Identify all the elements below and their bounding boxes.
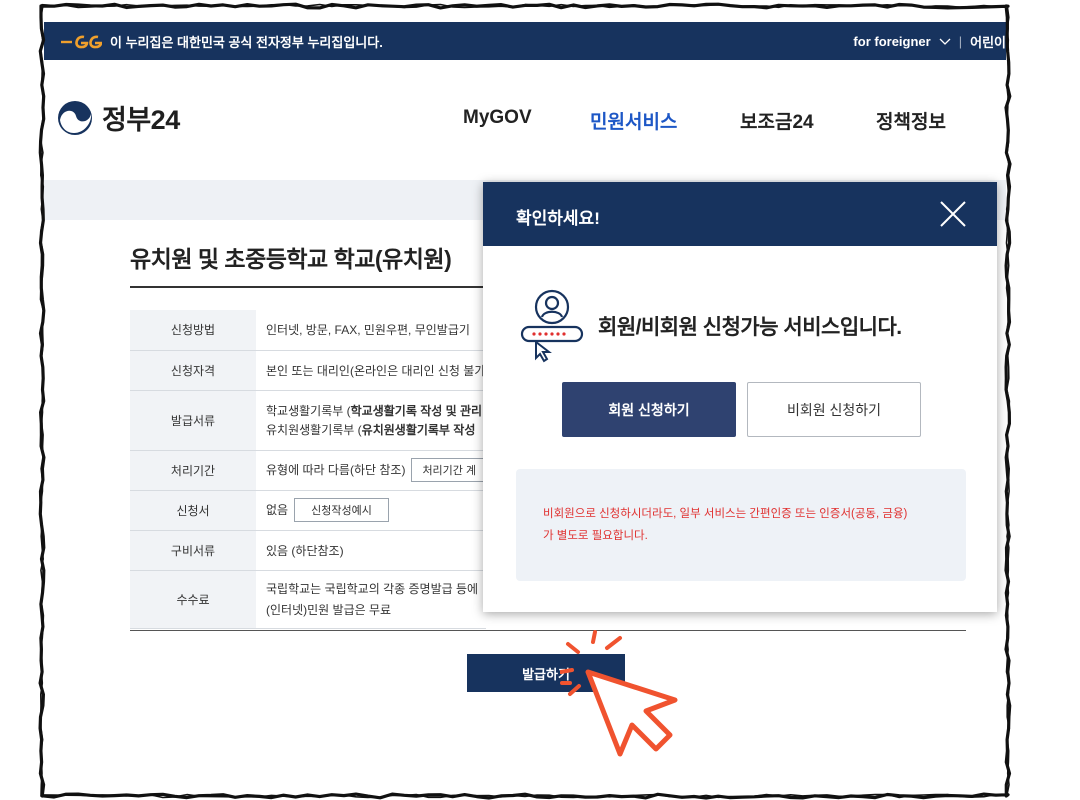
doc-line-2-link[interactable]: 유치원생활기록부 작성: [362, 423, 476, 437]
warning-box: 비회원으로 신청하시더라도, 일부 서비스는 간편인증 또는 인증서(공동, 금…: [516, 469, 966, 581]
row-value: 국립학교는 국립학교의 각종 증명발급 등에 (인터넷)민원 발급은 무료: [256, 570, 486, 629]
table-row: 구비서류 있음 (하단참조): [130, 530, 486, 571]
page-title: 유치원 및 초중등학교 학교(유치원): [130, 246, 452, 272]
nav-mygov[interactable]: MyGOV: [463, 107, 532, 129]
row-label: 처리기간: [130, 450, 256, 491]
divider: |: [958, 34, 963, 49]
confirm-modal: 확인하세요! 회원/비회원 신청가능 서비스입니다. 회원 신청하기 비회원 신…: [483, 182, 997, 612]
table-row: 발급서류 학교생활기록부 (학교생활기록 작성 및 관리 유치원생활기록부 (유…: [130, 390, 486, 451]
row-label: 신청방법: [130, 310, 256, 351]
row-label: 구비서류: [130, 530, 256, 571]
row-value: 유형에 따라 다름(하단 참조) 처리기간 계: [256, 450, 486, 491]
row-value: 인터넷, 방문, FAX, 민원우편, 무인발급기: [256, 310, 486, 351]
sample-form-button[interactable]: 신청작성예시: [294, 498, 389, 522]
row-value: 있음 (하단참조): [256, 530, 486, 571]
guest-apply-button[interactable]: 비회원 신청하기: [747, 382, 921, 437]
pointer-cursor-icon: [560, 630, 678, 757]
title-divider: [130, 286, 486, 288]
row-value: 학교생활기록부 (학교생활기록 작성 및 관리 유치원생활기록부 (유치원생활기…: [256, 390, 486, 451]
site-header: 정부24 MyGOV 민원서비스 보조금24 정책정보: [44, 60, 1006, 178]
service-info-table: 신청방법 인터넷, 방문, FAX, 민원우편, 무인발급기 신청자격 본인 또…: [130, 310, 486, 629]
processing-period-text: 유형에 따라 다름(하단 참조): [266, 463, 406, 477]
top-bar-links: for foreigner | 어린이: [853, 32, 1006, 51]
table-row: 처리기간 유형에 따라 다름(하단 참조) 처리기간 계: [130, 450, 486, 491]
for-foreigner-link[interactable]: for foreigner: [853, 34, 930, 49]
fee-line-1: 국립학교는 국립학교의 각종 증명발급 등에: [266, 582, 479, 596]
kids-link[interactable]: 어린이: [970, 32, 1006, 51]
warning-line-1: 비회원으로 신청하시더라도, 일부 서비스는 간편인증 또는 인증서(공동, 금…: [543, 508, 908, 520]
warning-text: 비회원으로 신청하시더라도, 일부 서비스는 간편인증 또는 인증서(공동, 금…: [543, 503, 963, 547]
nav-policy-info[interactable]: 정책정보: [876, 107, 946, 134]
processing-period-button[interactable]: 처리기간 계: [411, 458, 486, 482]
modal-title: 확인하세요!: [516, 209, 600, 228]
table-row: 신청서 없음 신청작성예시: [130, 490, 486, 531]
table-row: 수수료 국립학교는 국립학교의 각종 증명발급 등에 (인터넷)민원 발급은 무…: [130, 570, 486, 629]
table-row: 신청자격 본인 또는 대리인(온라인은 대리인 신청 불가: [130, 350, 486, 391]
row-label: 발급서류: [130, 390, 256, 451]
row-label: 신청자격: [130, 350, 256, 391]
gov24-logo-icon: [58, 100, 92, 135]
doc-line-2: 유치원생활기록부 (: [266, 423, 362, 437]
row-value: 본인 또는 대리인(온라인은 대리인 신청 불가: [256, 350, 486, 391]
gov-notice-bar: 이 누리집은 대한민국 공식 전자정부 누리집입니다. for foreigne…: [44, 22, 1006, 60]
nav-subsidy24[interactable]: 보조금24: [740, 107, 814, 134]
member-apply-button[interactable]: 회원 신청하기: [562, 382, 736, 437]
table-row: 신청방법 인터넷, 방문, FAX, 민원우편, 무인발급기: [130, 310, 486, 351]
chevron-down-icon[interactable]: [939, 38, 951, 46]
nav-civil-service[interactable]: 민원서비스: [590, 107, 677, 134]
doc-line-1-link[interactable]: 학교생활기록 작성 및 관리: [351, 404, 482, 418]
eg-logo-icon: [61, 35, 102, 48]
gov-notice: 이 누리집은 대한민국 공식 전자정부 누리집입니다.: [60, 32, 383, 51]
table-bottom-divider: [130, 630, 966, 631]
application-form-text: 없음: [266, 503, 289, 517]
row-label: 수수료: [130, 570, 256, 629]
warning-line-2: 가 별도로 필요합니다.: [543, 530, 648, 542]
doc-line-1: 학교생활기록부 (: [266, 404, 351, 418]
fee-line-2: (인터넷)민원 발급은 무료: [266, 603, 392, 617]
gov24-logo[interactable]: 정부24: [56, 98, 180, 137]
row-label: 신청서: [130, 490, 256, 531]
modal-header: 확인하세요!: [483, 182, 997, 246]
logo-text: 정부24: [102, 105, 180, 135]
row-value: 없음 신청작성예시: [256, 490, 486, 531]
member-login-icon: [520, 289, 584, 363]
notice-text: 이 누리집은 대한민국 공식 전자정부 누리집입니다.: [110, 35, 383, 50]
modal-message: 회원/비회원 신청가능 서비스입니다.: [598, 316, 902, 339]
close-icon[interactable]: [939, 200, 967, 228]
